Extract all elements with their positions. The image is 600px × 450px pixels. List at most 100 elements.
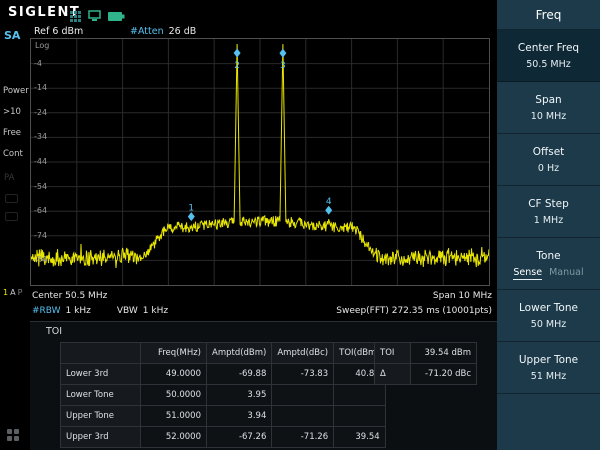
toi-panel: TOI Freq(MHz)Amptd(dBm)Amptd(dBc)TOI(dBm…: [30, 321, 497, 450]
toi-summary-row: Δ-71.20 dBc: [375, 364, 477, 385]
toi-value-cell: -71.26: [272, 427, 334, 448]
toi-row-label: Upper 3rd: [61, 427, 141, 448]
y-axis-label: -4: [34, 59, 42, 68]
menu-button-value: 50.5 MHz: [526, 59, 571, 70]
rbw-label: #RBW1 kHz: [32, 306, 91, 316]
menu-button-label: Lower Tone: [519, 302, 578, 314]
menu-button-label: Span: [535, 94, 561, 106]
y-axis-label: -54: [34, 182, 47, 191]
y-axis-label: -24: [34, 108, 47, 117]
atten-label: #Atten26 dB: [130, 26, 196, 37]
menu-option-manual[interactable]: Manual: [549, 267, 584, 278]
rail-item-10: >10: [3, 107, 21, 117]
menu-button-offset[interactable]: Offset0 Hz: [497, 134, 600, 186]
toi-value-cell: 39.54: [334, 427, 386, 448]
marker-1: 1: [188, 204, 195, 222]
y-axis-label: -44: [34, 157, 47, 166]
y-axis-label: -74: [34, 231, 47, 240]
scale-type-label: Log: [35, 41, 49, 50]
menu-buttons: Center Freq50.5 MHzSpan10 MHzOffset0 HzC…: [497, 30, 600, 394]
menu-button-label: Upper Tone: [519, 354, 578, 366]
mode-label: SA: [4, 29, 20, 42]
menu-button-span[interactable]: Span 10 MHz: [497, 82, 600, 134]
toi-value-cell: -69.88: [207, 364, 272, 385]
menu-button-label: CF Step: [528, 198, 569, 210]
toi-value-cell: [272, 385, 334, 406]
toi-header-cell: Amptd(dBc): [272, 343, 334, 364]
y-axis-label: -84: [34, 255, 47, 264]
toi-value-cell: [272, 406, 334, 427]
menu-button-tone[interactable]: ToneSenseManual: [497, 238, 600, 290]
toi-table-row: Lower Tone50.00003.95: [61, 385, 386, 406]
menu-button-cf-step[interactable]: CF Step 1 MHz: [497, 186, 600, 238]
toi-value-cell: -73.83: [272, 364, 334, 385]
toi-summary-value: -71.20 dBc: [411, 364, 477, 385]
toi-header-cell: [61, 343, 141, 364]
lan-icon: [88, 7, 101, 26]
menu-button-lower-tone[interactable]: Lower Tone 50 MHz: [497, 290, 600, 342]
toi-summary-key: TOI: [375, 343, 411, 364]
toi-value-cell: 52.0000: [141, 427, 207, 448]
toi-table-row: Lower 3rd49.0000-69.88-73.8340.87: [61, 364, 386, 385]
pa-indicator: PA: [4, 173, 14, 183]
toi-summary-value: 39.54 dBm: [411, 343, 477, 364]
menu-button-value: Sense Manual: [513, 267, 583, 278]
left-rail: SA Power>10FreeCont PA 1AP: [0, 26, 30, 450]
center-freq-label: Center 50.5 MHz: [32, 291, 107, 301]
toi-value-cell: 49.0000: [141, 364, 207, 385]
toi-tab-label: TOI: [46, 326, 62, 337]
spectrum-display: 1234 Log -4-14-24-34-44-54-64-74-84: [30, 38, 490, 286]
toi-row-label: Lower 3rd: [61, 364, 141, 385]
toi-value-cell: 3.94: [207, 406, 272, 427]
bw-annotation-line: #RBW1 kHz VBW1 kHz Sweep(FFT) 272.35 ms …: [32, 306, 492, 316]
toi-value-cell: 51.0000: [141, 406, 207, 427]
app-grid-icon[interactable]: [7, 429, 20, 442]
menu-button-center-freq[interactable]: Center Freq 50.5 MHz: [497, 30, 600, 82]
rail-item-free: Free: [3, 128, 21, 138]
menu-button-label: Offset: [533, 146, 565, 158]
trace-indicator-a: A: [10, 288, 17, 297]
mute-icon: [5, 194, 18, 203]
svg-text:3: 3: [280, 61, 286, 71]
menu-option-sense[interactable]: Sense: [513, 267, 542, 280]
sweep-label: Sweep(FFT) 272.35 ms (10001pts): [336, 306, 492, 316]
freq-annotation-line: Center 50.5 MHz Span 10 MHz: [32, 291, 492, 301]
trace-indicator-p: P: [18, 288, 25, 297]
keypad-icon: [70, 7, 81, 26]
menu-title-freq[interactable]: Freq: [497, 0, 600, 30]
toi-table-row: Upper 3rd52.0000-67.26-71.2639.54: [61, 427, 386, 448]
vbw-label: VBW1 kHz: [117, 306, 168, 316]
menu-button-upper-tone[interactable]: Upper Tone 51 MHz: [497, 342, 600, 394]
usb-icon: [5, 212, 18, 221]
toi-value-cell: [334, 385, 386, 406]
svg-text:4: 4: [326, 197, 332, 207]
function-menu: Freq Center Freq 50.5 MHz Span 10 MHz Offset…: [497, 0, 600, 450]
span-label: Span 10 MHz: [433, 291, 492, 301]
menu-button-value: 51 MHz: [531, 371, 566, 382]
toi-header-cell: Freq(MHz): [141, 343, 207, 364]
menu-button-value: 1 MHz: [534, 215, 563, 226]
menu-button-label: Center Freq: [518, 42, 579, 54]
toi-value-cell: 3.95: [207, 385, 272, 406]
y-axis-label: -14: [34, 83, 47, 92]
toi-table: Freq(MHz)Amptd(dBm)Amptd(dBc)TOI(dBm)Low…: [60, 342, 386, 448]
toi-row-label: Upper Tone: [61, 406, 141, 427]
menu-button-value: 50 MHz: [531, 319, 566, 330]
ref-level-label: Ref 6 dBm: [34, 26, 83, 37]
toi-summary-row: TOI39.54 dBm: [375, 343, 477, 364]
spectrum-trace-plot: 1234: [31, 39, 489, 285]
menu-button-value: 10 MHz: [531, 111, 566, 122]
toi-value-cell: -67.26: [207, 427, 272, 448]
toi-header-cell: Amptd(dBm): [207, 343, 272, 364]
amplitude-header: Ref 6 dBm #Atten26 dB: [34, 26, 490, 38]
top-status-bar: SIGLENT: [0, 0, 497, 26]
marker-4: 4: [325, 197, 332, 215]
toi-summary-key: Δ: [375, 364, 411, 385]
toi-value-cell: [334, 406, 386, 427]
battery-icon: [108, 7, 126, 26]
rail-item-cont: Cont: [3, 149, 23, 159]
toi-value-cell: 50.0000: [141, 385, 207, 406]
rail-item-power: Power: [3, 86, 29, 96]
toi-summary-table: TOI39.54 dBmΔ-71.20 dBc: [374, 342, 477, 385]
svg-text:1: 1: [188, 204, 194, 214]
